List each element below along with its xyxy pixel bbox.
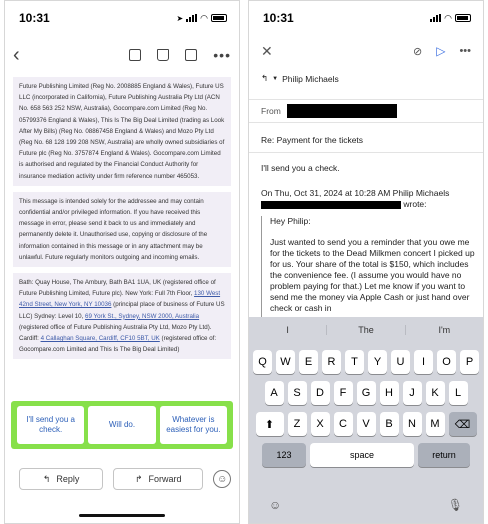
key-n[interactable]: N bbox=[402, 412, 422, 436]
compose-toolbar: ✕ ⊘ ▷ ••• bbox=[249, 39, 483, 63]
from-field[interactable]: From bbox=[249, 99, 483, 123]
location-arrow-icon: ➤ bbox=[176, 13, 184, 23]
smart-reply-highlight: I'll send you a check. Will do. Whatever… bbox=[11, 401, 233, 449]
smart-reply-2[interactable]: Will do. bbox=[88, 406, 156, 444]
key-y[interactable]: Y bbox=[368, 350, 387, 374]
key-s[interactable]: S bbox=[287, 381, 307, 405]
addresses-paragraph: Bath: Quay House, The Ambury, Bath BA1 1… bbox=[13, 273, 231, 360]
status-time: 10:31 bbox=[19, 11, 50, 25]
key-p[interactable]: P bbox=[460, 350, 479, 374]
key-h[interactable]: H bbox=[379, 381, 399, 405]
emoji-keyboard-icon[interactable]: ☺ bbox=[269, 498, 281, 512]
wifi-icon: ◠ bbox=[200, 12, 208, 23]
status-time: 10:31 bbox=[263, 11, 294, 25]
address-link-cardiff[interactable]: 4 Callaghan Square, Cardiff, CF10 5BT, U… bbox=[41, 335, 160, 342]
key-row-1: QWERTYUIOP bbox=[249, 350, 483, 374]
signal-icon bbox=[186, 14, 198, 22]
microphone-icon[interactable]: 🎙 bbox=[448, 498, 463, 512]
key-row-4: 123 space return bbox=[249, 443, 483, 467]
compose-body[interactable]: I'll send you a check. On Thu, Oct 31, 2… bbox=[261, 163, 475, 320]
subject-field[interactable]: Re: Payment for the tickets bbox=[249, 127, 483, 153]
archive-icon[interactable] bbox=[129, 49, 142, 61]
smart-reply-1[interactable]: I'll send you a check. bbox=[17, 406, 85, 444]
legal-paragraph: Future Publishing Limited (Reg No. 20088… bbox=[13, 77, 231, 186]
dropdown-caret-icon: ▼ bbox=[272, 75, 279, 82]
key-e[interactable]: E bbox=[299, 350, 318, 374]
key-d[interactable]: D bbox=[310, 381, 330, 405]
delete-key[interactable]: ⌫ bbox=[448, 412, 477, 436]
emoji-reaction-icon[interactable]: ☺ bbox=[213, 470, 231, 488]
key-row-3: ⬆ ZXCVBNM ⌫ bbox=[249, 412, 483, 436]
reply-actions: ↰ Reply ↱ Forward ☺ bbox=[19, 467, 231, 491]
key-o[interactable]: O bbox=[437, 350, 456, 374]
key-l[interactable]: L bbox=[448, 381, 468, 405]
key-i[interactable]: I bbox=[414, 350, 433, 374]
space-key[interactable]: space bbox=[310, 443, 414, 467]
subject-text: Re: Payment for the tickets bbox=[261, 134, 364, 145]
reply-arrow-icon: ↰ bbox=[261, 73, 269, 83]
message-toolbar: ‹ ••• bbox=[5, 41, 239, 69]
key-m[interactable]: M bbox=[425, 412, 445, 436]
return-key[interactable]: return bbox=[418, 443, 470, 467]
shift-key[interactable]: ⬆ bbox=[255, 412, 284, 436]
key-f[interactable]: F bbox=[333, 381, 353, 405]
key-k[interactable]: K bbox=[425, 381, 445, 405]
ios-keyboard: I The I'm QWERTYUIOP ASDFGHJKL ⬆ ZXCVBNM… bbox=[249, 317, 483, 523]
battery-icon bbox=[211, 14, 227, 22]
battery-icon bbox=[455, 14, 471, 22]
redacted-sender-email bbox=[261, 200, 401, 209]
key-w[interactable]: W bbox=[276, 350, 295, 374]
message-body: Future Publishing Limited (Reg No. 20088… bbox=[13, 77, 231, 393]
disclaimer-paragraph: This message is intended solely for the … bbox=[13, 191, 231, 268]
suggestion-1[interactable]: I bbox=[249, 325, 328, 335]
key-a[interactable]: A bbox=[264, 381, 284, 405]
quote-header: On Thu, Oct 31, 2024 at 10:28 AM Philip … bbox=[261, 188, 450, 209]
key-z[interactable]: Z bbox=[287, 412, 307, 436]
send-icon[interactable]: ▷ bbox=[436, 44, 445, 58]
compose-reply-screen: 10:31 ◠ ✕ ⊘ ▷ ••• ↰ ▼ Philip Michaels Fr… bbox=[248, 0, 484, 524]
attachment-icon[interactable]: ⊘ bbox=[413, 45, 422, 58]
key-g[interactable]: G bbox=[356, 381, 376, 405]
quote-body: Just wanted to send you a reminder that … bbox=[270, 237, 475, 313]
wifi-icon: ◠ bbox=[444, 12, 452, 23]
more-options-icon[interactable]: ••• bbox=[459, 45, 471, 57]
smart-reply-3[interactable]: Whatever is easiest for you. bbox=[159, 406, 227, 444]
forward-button[interactable]: ↱ Forward bbox=[113, 468, 204, 490]
redacted-email bbox=[286, 104, 397, 118]
key-b[interactable]: B bbox=[379, 412, 399, 436]
status-bar: 10:31 ➤ ◠ bbox=[5, 1, 239, 35]
suggestion-3[interactable]: I'm bbox=[406, 325, 483, 335]
more-options-icon[interactable]: ••• bbox=[213, 47, 231, 63]
reply-recipient[interactable]: ↰ ▼ Philip Michaels bbox=[261, 73, 471, 84]
forward-arrow-icon: ↱ bbox=[135, 473, 143, 484]
status-bar: 10:31 ◠ bbox=[249, 1, 483, 35]
reply-button[interactable]: ↰ Reply bbox=[19, 468, 104, 490]
quote-greeting: Hey Philip: bbox=[270, 216, 311, 226]
trash-icon[interactable] bbox=[157, 49, 170, 61]
key-x[interactable]: X bbox=[310, 412, 330, 436]
gmail-message-screen: 10:31 ➤ ◠ ‹ ••• Future Publishing Limite… bbox=[4, 0, 240, 524]
recipient-name: Philip Michaels bbox=[282, 73, 339, 84]
key-q[interactable]: Q bbox=[253, 350, 272, 374]
reply-arrow-icon: ↰ bbox=[42, 473, 51, 484]
mark-unread-icon[interactable] bbox=[185, 49, 198, 61]
suggestion-2[interactable]: The bbox=[327, 325, 406, 335]
signal-icon bbox=[430, 14, 442, 22]
numbers-key[interactable]: 123 bbox=[262, 443, 306, 467]
predictive-bar: I The I'm bbox=[249, 317, 483, 343]
quoted-message: Hey Philip: Just wanted to send you a re… bbox=[261, 216, 475, 320]
key-v[interactable]: V bbox=[356, 412, 376, 436]
from-label: From bbox=[261, 106, 281, 116]
key-t[interactable]: T bbox=[345, 350, 364, 374]
key-j[interactable]: J bbox=[402, 381, 422, 405]
home-indicator bbox=[79, 514, 165, 517]
back-arrow-icon[interactable]: ‹ bbox=[13, 44, 33, 67]
key-r[interactable]: R bbox=[322, 350, 341, 374]
key-u[interactable]: U bbox=[391, 350, 410, 374]
key-c[interactable]: C bbox=[333, 412, 353, 436]
key-row-2: ASDFGHJKL bbox=[249, 381, 483, 405]
compose-text: I'll send you a check. bbox=[261, 163, 340, 173]
close-icon[interactable]: ✕ bbox=[261, 43, 273, 60]
address-link-sydney[interactable]: 69 York St., Sydney, NSW 2000, Australia bbox=[85, 313, 199, 320]
